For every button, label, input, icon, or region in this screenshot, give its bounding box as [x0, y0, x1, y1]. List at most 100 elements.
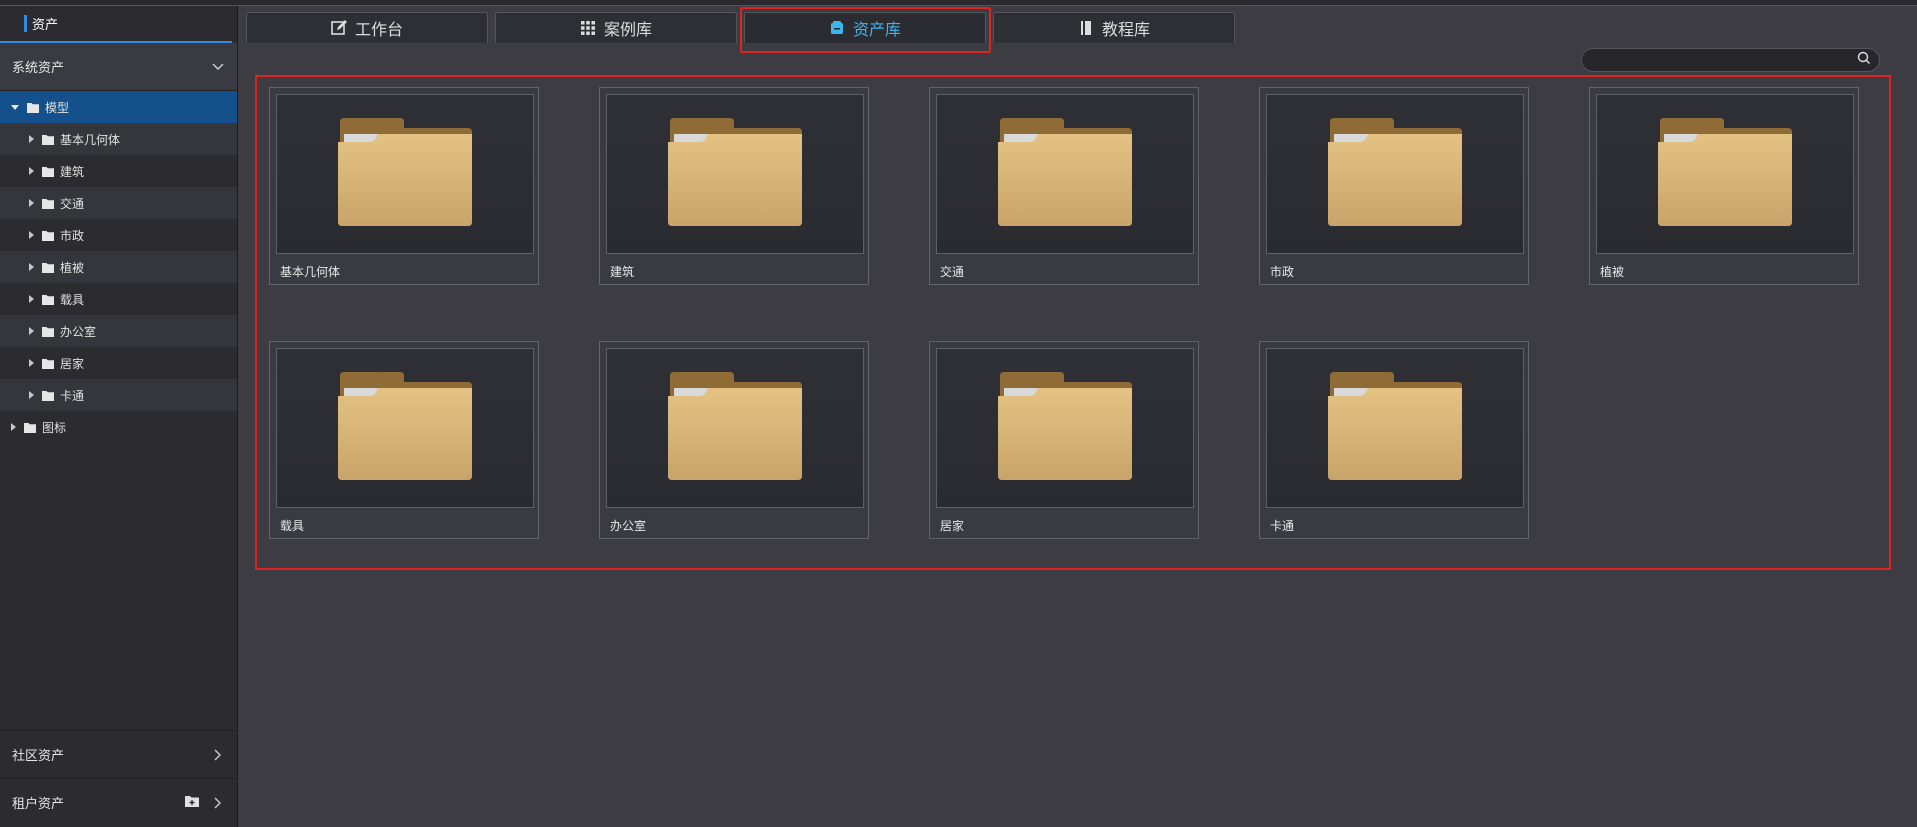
folder-icon: [998, 118, 1132, 230]
folder-card[interactable]: 卡通: [1259, 341, 1529, 539]
folder-thumbnail: [936, 348, 1194, 508]
caret-right-icon[interactable]: [29, 391, 34, 399]
folder-thumbnail: [606, 348, 864, 508]
community-assets-section[interactable]: 社区资产: [0, 730, 237, 778]
tree-item-label: 基本几何体: [60, 132, 121, 147]
system-assets-section[interactable]: 系统资产: [0, 43, 237, 91]
folder-card[interactable]: 建筑: [599, 87, 869, 285]
folder-icon: [338, 118, 472, 230]
caret-right-icon[interactable]: [29, 167, 34, 175]
caret-right-icon[interactable]: [29, 135, 34, 143]
caret-right-icon[interactable]: [29, 231, 34, 239]
tree-item-label: 卡通: [60, 388, 85, 403]
tenant-assets-label: 租户资产: [12, 797, 65, 812]
tab-workbench-label: 工作台: [354, 20, 403, 39]
tree-item[interactable]: 建筑: [0, 155, 237, 187]
folder-icon: [42, 230, 54, 241]
folder-card[interactable]: 市政: [1259, 87, 1529, 285]
folder-card-label: 办公室: [610, 519, 647, 533]
folder-card-label: 载具: [280, 519, 305, 533]
folder-card[interactable]: 载具: [269, 341, 539, 539]
tree-item[interactable]: 市政: [0, 219, 237, 251]
folder-card[interactable]: 植被: [1589, 87, 1859, 285]
tree-item[interactable]: 办公室: [0, 315, 237, 347]
caret-right-icon[interactable]: [29, 199, 34, 207]
folder-card-label: 居家: [940, 519, 965, 533]
add-folder-icon[interactable]: [185, 795, 199, 811]
folder-card-label: 市政: [1270, 265, 1295, 279]
tree-item-label: 载具: [60, 292, 85, 307]
chevron-right-icon: [209, 746, 227, 764]
folder-thumbnail: [1596, 94, 1854, 254]
tab-case-library[interactable]: 案例库: [495, 12, 737, 43]
search-box[interactable]: [1581, 48, 1880, 72]
tree-item-label: 建筑: [60, 164, 85, 179]
tab-workbench[interactable]: 工作台: [246, 12, 488, 43]
folder-card-label: 交通: [940, 265, 965, 279]
folder-card[interactable]: 办公室: [599, 341, 869, 539]
folder-icon: [42, 134, 54, 145]
folder-icon: [42, 326, 54, 337]
folder-thumbnail: [276, 94, 534, 254]
tree-item-label: 交通: [60, 196, 85, 211]
folder-icon: [1658, 118, 1792, 230]
tree-item-label: 办公室: [60, 324, 97, 339]
folder-icon: [1328, 372, 1462, 484]
tree-item[interactable]: 基本几何体: [0, 123, 237, 155]
tree-item[interactable]: 植被: [0, 251, 237, 283]
search-input[interactable]: [1596, 53, 1857, 67]
sidebar: 资产 系统资产 模型基本几何体建筑交通市政 植被载具办公室居家卡通图标: [0, 6, 238, 827]
folder-card[interactable]: 交通: [929, 87, 1199, 285]
folder-icon: [42, 262, 54, 273]
tree-item[interactable]: 居家: [0, 347, 237, 379]
tab-tutorial-library-label: 教程库: [1101, 20, 1150, 39]
system-assets-label: 系统资产: [12, 61, 65, 76]
tree-item-label: 居家: [60, 356, 85, 371]
folder-icon: [42, 358, 54, 369]
folder-thumbnail: [606, 94, 864, 254]
folder-card[interactable]: 居家: [929, 341, 1199, 539]
tree-item[interactable]: 图标: [0, 411, 237, 443]
folder-card-label: 卡通: [1270, 519, 1295, 533]
caret-down-icon[interactable]: [11, 104, 19, 110]
folder-card-label: 植被: [1600, 265, 1625, 279]
tree-item[interactable]: 载具: [0, 283, 237, 315]
edit-icon: [331, 20, 347, 36]
folder-icon: [24, 422, 36, 433]
tree-item[interactable]: 交通: [0, 187, 237, 219]
caret-right-icon[interactable]: [29, 327, 34, 335]
community-assets-label: 社区资产: [12, 749, 65, 764]
folder-icon: [1328, 118, 1462, 230]
search-icon[interactable]: [1857, 51, 1871, 69]
caret-right-icon[interactable]: [11, 423, 16, 431]
tree-item-label: 图标: [42, 420, 67, 435]
caret-right-icon[interactable]: [29, 295, 34, 303]
tenant-assets-section[interactable]: 租户资产: [0, 778, 237, 826]
folder-icon: [668, 372, 802, 484]
folder-icon: [42, 166, 54, 177]
chevron-right-icon: [209, 794, 227, 812]
tree-item-label: 模型: [45, 100, 70, 115]
folder-icon: [42, 198, 54, 209]
tab-case-library-label: 案例库: [603, 20, 652, 39]
folder-icon: [42, 390, 54, 401]
asset-box-icon: [829, 20, 845, 36]
tree-item[interactable]: 卡通: [0, 379, 237, 411]
sidebar-title-text: 资产: [32, 18, 59, 33]
caret-right-icon[interactable]: [29, 359, 34, 367]
folder-icon: [338, 372, 472, 484]
folder-icon: [668, 118, 802, 230]
tab-asset-library[interactable]: 资产库: [744, 12, 986, 43]
book-icon: [1078, 20, 1094, 36]
window-top-strip: [0, 0, 1917, 6]
sidebar-title: 资产: [0, 6, 232, 43]
folder-thumbnail: [276, 348, 534, 508]
folder-thumbnail: [1266, 348, 1524, 508]
tab-tutorial-library[interactable]: 教程库: [993, 12, 1235, 43]
folder-icon: [998, 372, 1132, 484]
folder-icon: [42, 294, 54, 305]
tab-asset-library-label: 资产库: [852, 20, 901, 39]
folder-card[interactable]: 基本几何体: [269, 87, 539, 285]
tree-item[interactable]: 模型: [0, 91, 237, 123]
caret-right-icon[interactable]: [29, 263, 34, 271]
